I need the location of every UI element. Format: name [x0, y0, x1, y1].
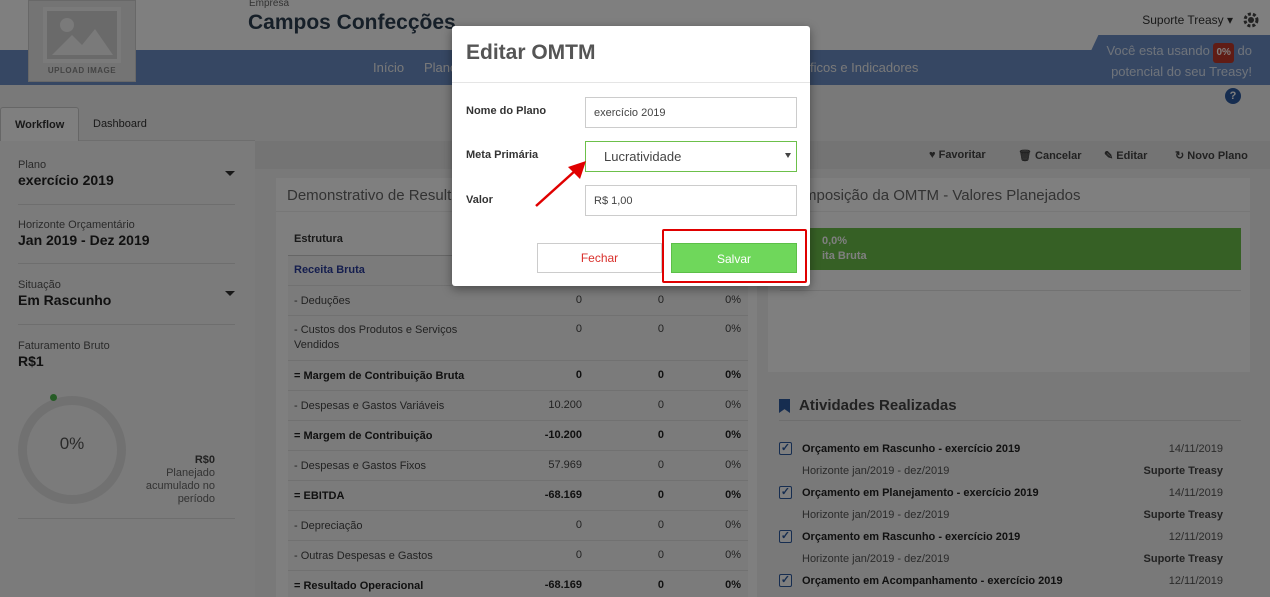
valor-label: Valor [466, 194, 493, 206]
valor-input[interactable] [585, 185, 797, 216]
red-arrow-icon [535, 161, 586, 207]
nome-plano-input[interactable] [585, 97, 797, 128]
meta-primaria-label: Meta Primária [466, 149, 539, 161]
fechar-button[interactable]: Fechar [537, 243, 662, 273]
salvar-highlight-box [662, 229, 807, 283]
caret-down-icon [785, 153, 791, 158]
meta-primaria-value: Lucratividade [604, 149, 682, 164]
meta-primaria-select[interactable]: Lucratividade [585, 141, 797, 172]
nome-plano-label: Nome do Plano [466, 105, 547, 117]
modal-title: Editar OMTM [452, 26, 810, 83]
